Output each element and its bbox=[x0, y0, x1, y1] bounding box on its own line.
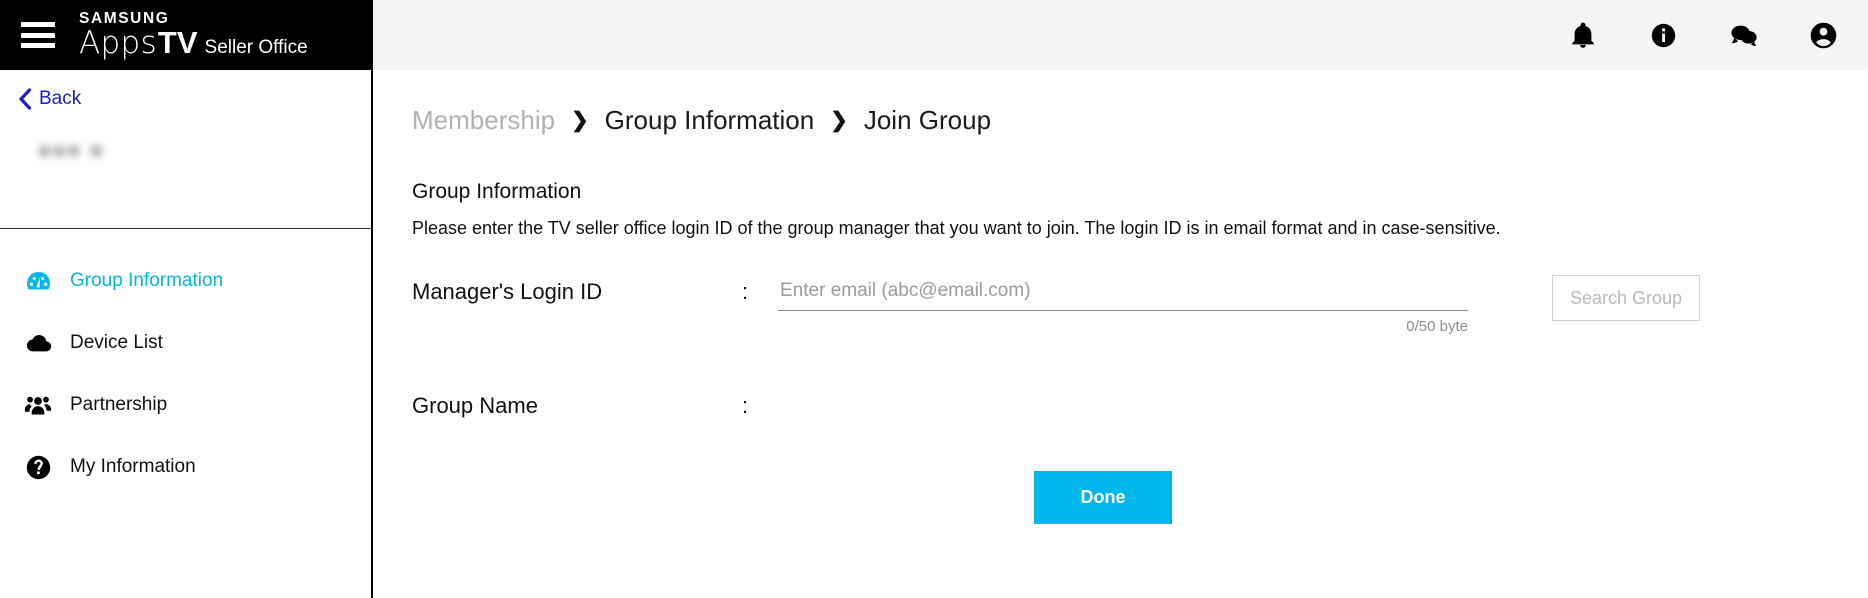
chevron-left-icon bbox=[18, 88, 32, 110]
breadcrumb-item-membership[interactable]: Membership bbox=[412, 105, 555, 136]
brand-block: SAMSUNG Apps TV Seller Office bbox=[0, 0, 373, 70]
search-group-button[interactable]: Search Group bbox=[1552, 275, 1700, 321]
manager-login-id-field-wrap: 0/50 byte bbox=[778, 275, 1468, 335]
chevron-right-icon: ❯ bbox=[830, 109, 848, 132]
back-label: Back bbox=[39, 88, 82, 109]
sidebar-item-label: My Information bbox=[70, 456, 196, 477]
sidebar-item-group-information[interactable]: Group Information bbox=[0, 250, 371, 312]
chat-bubbles-icon[interactable] bbox=[1728, 20, 1758, 50]
account-circle-icon[interactable] bbox=[1808, 20, 1838, 50]
breadcrumb-item-join-group: Join Group bbox=[863, 105, 992, 135]
cloud-icon bbox=[24, 329, 52, 357]
done-button[interactable]: Done bbox=[1034, 471, 1172, 524]
users-group-icon bbox=[24, 391, 52, 419]
bell-icon[interactable] bbox=[1568, 20, 1598, 50]
sidebar-item-label: Group Information bbox=[70, 270, 224, 291]
info-circle-icon[interactable] bbox=[1648, 20, 1678, 50]
sidebar-nav: Group Information Device List Partnershi… bbox=[0, 250, 371, 498]
user-name-text: ●●● ● bbox=[38, 139, 105, 162]
label-colon: : bbox=[742, 279, 749, 304]
sidebar-item-my-information[interactable]: My Information bbox=[0, 436, 371, 498]
logo-samsung-wordmark: SAMSUNG bbox=[79, 9, 170, 27]
logo-tv-text: TV bbox=[157, 25, 198, 61]
question-circle-icon bbox=[24, 453, 52, 481]
sidebar-item-label: Partnership bbox=[70, 394, 168, 415]
page-description: Please enter the TV seller office login … bbox=[412, 218, 1501, 238]
breadcrumb-item-group-information[interactable]: Group Information bbox=[605, 105, 815, 136]
manager-login-id-row: Manager's Login ID : 0/50 byte Search Gr… bbox=[412, 275, 1868, 335]
byte-counter: 0/50 byte bbox=[1406, 318, 1468, 335]
sidebar-item-label: Device List bbox=[70, 332, 163, 353]
join-group-form: Manager's Login ID : 0/50 byte Search Gr… bbox=[375, 239, 1868, 419]
samsung-appstv-seller-office-logo[interactable]: SAMSUNG Apps TV Seller Office bbox=[79, 11, 308, 60]
label-colon: : bbox=[742, 393, 749, 418]
sidebar-item-device-list[interactable]: Device List bbox=[0, 312, 371, 374]
chevron-right-icon: ❯ bbox=[571, 109, 589, 132]
hamburger-menu-icon[interactable] bbox=[21, 22, 55, 48]
sidebar-divider bbox=[0, 228, 371, 229]
sidebar: Back ●●● ● Group Information Device List… bbox=[0, 70, 373, 598]
main-content: Membership ❯ Group Information ❯ Join Gr… bbox=[375, 70, 1868, 598]
hamburger-bar bbox=[21, 43, 55, 48]
sidebar-item-partnership[interactable]: Partnership bbox=[0, 374, 371, 436]
top-header-bar: SAMSUNG Apps TV Seller Office bbox=[0, 0, 1868, 70]
header-actions bbox=[373, 0, 1868, 70]
dashboard-gauge-icon bbox=[24, 267, 52, 295]
group-name-label: Group Name bbox=[412, 393, 538, 418]
logo-seller-office-text: Seller Office bbox=[204, 37, 308, 59]
group-name-row: Group Name : bbox=[412, 389, 1868, 419]
page-title: Group Information bbox=[412, 180, 582, 203]
manager-login-id-input[interactable] bbox=[778, 275, 1468, 311]
manager-login-id-label: Manager's Login ID bbox=[412, 279, 603, 304]
hamburger-bar bbox=[21, 32, 55, 38]
hamburger-bar bbox=[21, 22, 55, 27]
user-name-redacted: ●●● ● bbox=[38, 136, 124, 166]
form-actions: Done bbox=[375, 471, 1868, 524]
breadcrumb: Membership ❯ Group Information ❯ Join Gr… bbox=[375, 70, 1868, 136]
logo-apps-text: Apps bbox=[79, 25, 157, 62]
back-link[interactable]: Back bbox=[0, 70, 81, 110]
